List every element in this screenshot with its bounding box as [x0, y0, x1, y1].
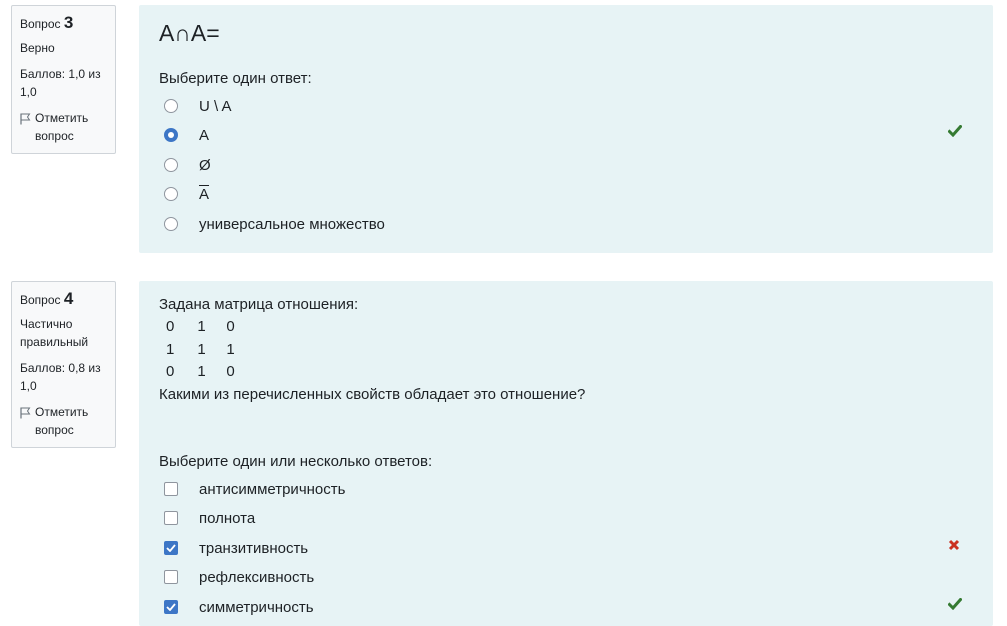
- matrix-cell: 0: [166, 363, 175, 380]
- question-number-line: Вопрос 3: [20, 14, 107, 33]
- matrix-cell: 1: [166, 340, 175, 358]
- option-label: Ø: [199, 156, 211, 174]
- answer-option[interactable]: антисимметричность: [164, 479, 345, 499]
- question-state: Частично правильный: [20, 317, 89, 349]
- flag-icon: [20, 113, 31, 125]
- matrix-cell: 1: [197, 363, 206, 380]
- answer-option[interactable]: симметричность: [164, 597, 314, 617]
- option-label: A: [199, 126, 210, 144]
- matrix-cell: 0: [226, 363, 235, 380]
- radio-button[interactable]: [164, 99, 178, 113]
- option-label: полнота: [199, 509, 256, 527]
- checkbox-checked[interactable]: [164, 600, 178, 614]
- question-text: Какими из перечисленных свойств обладает…: [159, 386, 586, 403]
- flag-label: Отметить вопрос: [35, 111, 89, 143]
- question-state: Верно: [20, 41, 55, 55]
- matrix-row: 0 1 0: [166, 316, 245, 339]
- question-label: Вопрос: [20, 293, 61, 307]
- checkbox[interactable]: [164, 511, 178, 525]
- checkbox-checked[interactable]: [164, 541, 178, 555]
- answer-option[interactable]: полнота: [164, 508, 255, 528]
- answer-option[interactable]: A: [164, 125, 209, 145]
- radio-button[interactable]: [164, 187, 178, 201]
- question-number-line: Вопрос 4: [20, 290, 107, 309]
- answer-prompt: Выберите один или несколько ответов:: [159, 453, 433, 470]
- radio-button[interactable]: [164, 217, 178, 231]
- question-3-info: Вопрос 3 Верно Баллов: 1,0 из 1,0 Отмети…: [11, 5, 116, 154]
- check-icon: [948, 125, 962, 137]
- cross-icon: [948, 539, 960, 551]
- checkbox[interactable]: [164, 570, 178, 584]
- matrix-cell: 1: [226, 340, 235, 358]
- question-number: 4: [63, 289, 74, 308]
- flag-icon: [20, 407, 31, 419]
- question-label: Вопрос: [20, 17, 61, 31]
- answer-option[interactable]: рефлексивность: [164, 567, 314, 587]
- answer-option[interactable]: U \ A: [164, 96, 232, 116]
- flag-label: Отметить вопрос: [35, 405, 89, 437]
- option-label: U \ A: [199, 97, 232, 115]
- option-label: рефлексивность: [199, 568, 315, 586]
- answer-option[interactable]: A: [164, 184, 209, 204]
- question-grade: Баллов: 0,8 из 1,0: [20, 361, 101, 393]
- question-4-content: Задана матрица отношения: 0 1 0 1 1 1 0 …: [139, 281, 993, 626]
- question-grade: Баллов: 1,0 из 1,0: [20, 67, 101, 99]
- radio-button-selected[interactable]: [164, 128, 178, 142]
- option-label: универсальное множество: [199, 215, 385, 233]
- checkmark-icon: [166, 544, 176, 552]
- checkmark-icon: [166, 603, 176, 611]
- flag-question-link[interactable]: Отметить вопрос: [20, 403, 107, 439]
- question-4-info: Вопрос 4 Частично правильный Баллов: 0,8…: [11, 281, 116, 448]
- matrix-cell: 1: [197, 340, 206, 358]
- matrix-row: 1 1 1: [166, 339, 245, 362]
- matrix-cell: 0: [166, 318, 175, 335]
- option-label: симметричность: [199, 598, 314, 616]
- check-icon: [948, 598, 962, 610]
- option-label: A: [199, 185, 210, 203]
- matrix-cell: 1: [197, 318, 206, 335]
- question-text: A∩A=: [159, 20, 220, 46]
- option-label: транзитивность: [199, 539, 309, 557]
- flag-question-link[interactable]: Отметить вопрос: [20, 109, 107, 145]
- question-number: 3: [63, 13, 74, 32]
- radio-button[interactable]: [164, 158, 178, 172]
- checkbox[interactable]: [164, 482, 178, 496]
- matrix-cell: 0: [226, 318, 235, 335]
- option-label: антисимметричность: [199, 480, 346, 498]
- question-intro: Задана матрица отношения:: [159, 296, 359, 313]
- relation-matrix: 0 1 0 1 1 1 0 1 0: [166, 316, 245, 384]
- question-3-content: A∩A= Выберите один ответ: U \ A A Ø A ун…: [139, 5, 993, 253]
- answer-option[interactable]: транзитивность: [164, 538, 308, 558]
- answer-option[interactable]: Ø: [164, 155, 211, 175]
- matrix-row: 0 1 0: [166, 361, 245, 384]
- answer-option[interactable]: универсальное множество: [164, 214, 385, 234]
- answer-prompt: Выберите один ответ:: [159, 70, 312, 87]
